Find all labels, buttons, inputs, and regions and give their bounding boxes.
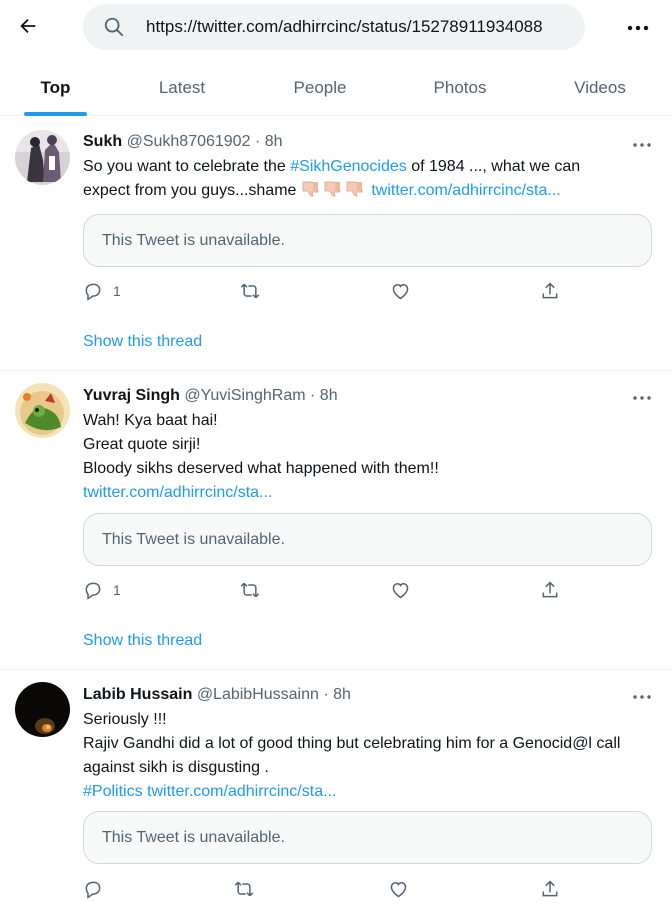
like-button[interactable] [390,578,411,602]
thumbs-down-icon [302,181,319,197]
avatar-image [15,130,70,185]
reply-icon [85,283,101,301]
reply-count: 1 [113,582,121,598]
tweet-actions [83,877,563,901]
retweet-button[interactable] [233,877,255,901]
reply-button[interactable]: 1 [83,279,121,303]
avatar[interactable] [15,682,70,737]
share-button[interactable] [540,877,560,901]
tweet-text: Wah! Kya baat hai! Great quote sirji! Bl… [83,409,653,505]
share-icon [542,581,558,598]
hashtag-link[interactable]: #Politics [83,783,143,800]
quoted-tweet-unavailable[interactable]: This Tweet is unavailable. [83,811,652,864]
share-button[interactable] [540,279,560,303]
like-button[interactable] [388,877,409,901]
tweet-more-button[interactable] [628,687,656,707]
heart-icon [390,881,407,898]
avatar-image [15,383,70,438]
more-icon [633,695,651,699]
show-thread-link[interactable]: Show this thread [83,632,202,650]
more-icon [633,143,651,147]
tweet-time[interactable]: · 8h [323,686,351,703]
tweet-actions: 1 [83,578,563,602]
thumbs-down-icon [346,181,363,197]
thumbs-down-icon [324,181,341,197]
tweet-more-button[interactable] [628,388,656,408]
avatar[interactable] [15,130,70,185]
more-options-button[interactable] [622,12,654,44]
reply-button[interactable] [83,877,103,901]
author-handle[interactable]: @Sukh87061902 [127,133,251,150]
like-button[interactable] [390,279,411,303]
tweet-link[interactable]: twitter.com/adhirrcinc/sta... [147,783,336,800]
retweet-button[interactable] [239,279,261,303]
avatar[interactable] [15,383,70,438]
tweet-header: Yuvraj Singh @YuviSinghRam · 8h [83,387,338,405]
tweet-header: Labib Hussain @LabibHussainn · 8h [83,686,351,704]
hashtag-link[interactable]: #SikhGenocides [290,158,407,175]
tweet[interactable]: Sukh @Sukh87061902 · 8h So you want to c… [0,117,672,371]
reply-icon [85,881,101,899]
more-icon [633,396,651,400]
search-input[interactable] [146,4,574,50]
active-tab-indicator [24,112,87,116]
tweet[interactable]: Labib Hussain @LabibHussainn · 8h Seriou… [0,670,672,903]
author-handle[interactable]: @YuviSinghRam [184,387,305,404]
author-name[interactable]: Sukh [83,133,122,150]
tab-people[interactable]: People [280,60,360,116]
author-name[interactable]: Yuvraj Singh [83,387,180,404]
reply-count: 1 [113,283,121,299]
quote-text: This Tweet is unavailable. [102,231,285,249]
reply-icon [85,582,101,600]
reply-button[interactable]: 1 [83,578,121,602]
retweet-icon [234,881,254,897]
show-thread-link[interactable]: Show this thread [83,333,202,351]
quote-text: This Tweet is unavailable. [102,828,285,846]
tweet-time[interactable]: · 8h [310,387,338,404]
tweet-text: Seriously !!! Rajiv Gandhi did a lot of … [83,711,621,800]
tweet-link[interactable]: twitter.com/adhirrcinc/sta... [371,182,560,199]
back-arrow-icon [20,18,36,34]
tab-latest[interactable]: Latest [142,60,222,116]
more-icon [627,25,649,31]
retweet-icon [240,582,260,598]
share-icon [542,282,558,299]
tweet-actions: 1 [83,279,563,303]
tweet-link[interactable]: twitter.com/adhirrcinc/sta... [83,481,653,505]
author-handle[interactable]: @LabibHussainn [197,686,319,703]
share-button[interactable] [540,578,560,602]
search-icon [104,17,124,37]
retweet-button[interactable] [239,578,261,602]
tab-videos[interactable]: Videos [560,60,640,116]
tab-photos[interactable]: Photos [420,60,500,116]
top-bar [0,0,672,56]
heart-icon [392,582,409,599]
search-tabs: Top Latest People Photos Videos [0,60,672,116]
tweet-text: So you want to celebrate the #SikhGenoci… [83,158,581,199]
quote-text: This Tweet is unavailable. [102,530,285,548]
retweet-icon [240,283,260,299]
avatar-image [15,682,70,737]
search-box[interactable] [83,4,585,50]
author-name[interactable]: Labib Hussain [83,686,192,703]
back-button[interactable] [12,10,44,42]
share-icon [542,880,558,897]
quoted-tweet-unavailable[interactable]: This Tweet is unavailable. [83,214,652,267]
tweet[interactable]: Yuvraj Singh @YuviSinghRam · 8h Wah! Kya… [0,371,672,670]
tweet-time[interactable]: · 8h [255,133,283,150]
heart-icon [392,283,409,300]
tweet-more-button[interactable] [628,135,656,155]
tab-top[interactable]: Top [20,60,91,116]
quoted-tweet-unavailable[interactable]: This Tweet is unavailable. [83,513,652,566]
tweet-header: Sukh @Sukh87061902 · 8h [83,133,283,151]
